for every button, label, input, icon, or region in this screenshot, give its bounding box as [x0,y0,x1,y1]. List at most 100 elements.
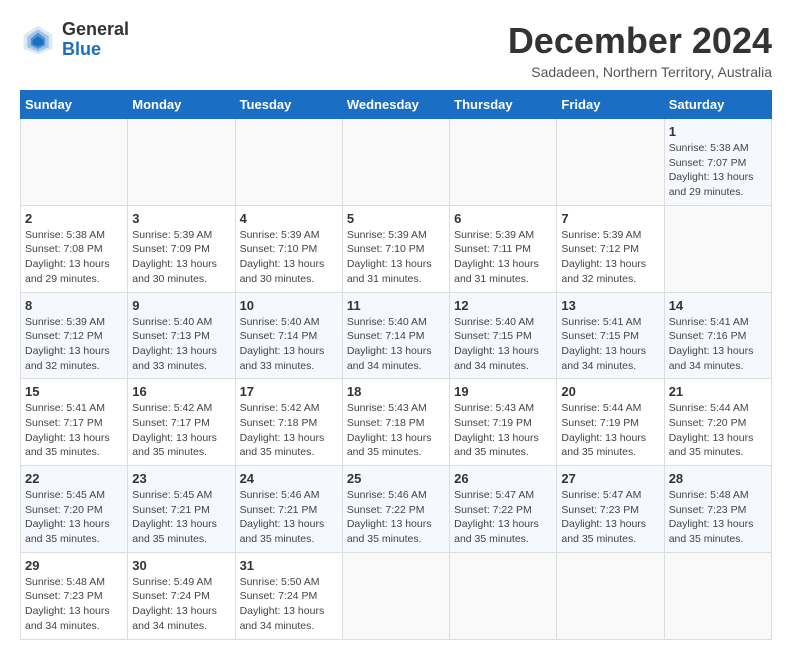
page-header: General Blue December 2024 Sadadeen, Nor… [20,20,772,80]
calendar-cell: 23Sunrise: 5:45 AMSunset: 7:21 PMDayligh… [128,466,235,553]
calendar-cell [342,552,449,639]
day-info: Sunrise: 5:39 AMSunset: 7:12 PMDaylight:… [25,315,123,374]
day-info: Sunrise: 5:40 AMSunset: 7:14 PMDaylight:… [240,315,338,374]
calendar-cell: 3Sunrise: 5:39 AMSunset: 7:09 PMDaylight… [128,205,235,292]
day-info: Sunrise: 5:47 AMSunset: 7:23 PMDaylight:… [561,488,659,547]
day-number: 2 [25,211,123,226]
day-info: Sunrise: 5:46 AMSunset: 7:22 PMDaylight:… [347,488,445,547]
day-info: Sunrise: 5:40 AMSunset: 7:15 PMDaylight:… [454,315,552,374]
day-info: Sunrise: 5:38 AMSunset: 7:08 PMDaylight:… [25,228,123,287]
day-info: Sunrise: 5:39 AMSunset: 7:09 PMDaylight:… [132,228,230,287]
calendar-cell: 27Sunrise: 5:47 AMSunset: 7:23 PMDayligh… [557,466,664,553]
day-info: Sunrise: 5:47 AMSunset: 7:22 PMDaylight:… [454,488,552,547]
day-info: Sunrise: 5:44 AMSunset: 7:20 PMDaylight:… [669,401,767,460]
day-of-week-thursday: Thursday [450,91,557,119]
calendar-cell: 20 Sunrise: 5:44 AMSunset: 7:19 PMDayligh… [557,379,664,466]
calendar-cell: 15Sunrise: 5:41 AMSunset: 7:17 PMDayligh… [21,379,128,466]
day-info: Sunrise: 5:43 AMSunset: 7:18 PMDaylight:… [347,401,445,460]
calendar-week-5: 22 Sunrise: 5:45 AMSunset: 7:20 PMDayligh… [21,466,772,553]
calendar-cell [664,552,771,639]
day-info: Sunrise: 5:44 AMSunset: 7:19 PMDaylight:… [561,401,659,460]
day-number: 5 [347,211,445,226]
day-number: 26 [454,471,552,486]
day-of-week-monday: Monday [128,91,235,119]
title-block: December 2024 Sadadeen, Northern Territo… [508,20,772,80]
calendar-cell [235,119,342,206]
calendar-cell: 21 Sunrise: 5:44 AMSunset: 7:20 PMDayligh… [664,379,771,466]
day-info: Sunrise: 5:41 AMSunset: 7:17 PMDaylight:… [25,401,123,460]
calendar-cell [450,552,557,639]
calendar-cell: 29Sunrise: 5:48 AMSunset: 7:23 PMDayligh… [21,552,128,639]
calendar-cell [557,119,664,206]
calendar-cell: 31Sunrise: 5:50 AMSunset: 7:24 PMDayligh… [235,552,342,639]
day-number: 12 [454,298,552,313]
calendar-cell: 13 Sunrise: 5:41 AMSunset: 7:15 PMDayligh… [557,292,664,379]
logo: General Blue [20,20,129,60]
day-number: 10 [240,298,338,313]
day-of-week-friday: Friday [557,91,664,119]
calendar-cell: 30 Sunrise: 5:49 AMSunset: 7:24 PMDayligh… [128,552,235,639]
day-info: Sunrise: 5:39 AMSunset: 7:10 PMDaylight:… [347,228,445,287]
day-number: 13 [561,298,659,313]
day-number: 1 [669,124,767,139]
day-of-week-tuesday: Tuesday [235,91,342,119]
day-info: Sunrise: 5:45 AMSunset: 7:21 PMDaylight:… [132,488,230,547]
logo-icon [20,22,56,58]
day-number: 20 [561,384,659,399]
calendar-cell: 6Sunrise: 5:39 AMSunset: 7:11 PMDaylight… [450,205,557,292]
day-number: 29 [25,558,123,573]
day-info: Sunrise: 5:49 AMSunset: 7:24 PMDaylight:… [132,575,230,634]
day-info: Sunrise: 5:39 AMSunset: 7:10 PMDaylight:… [240,228,338,287]
day-info: Sunrise: 5:42 AMSunset: 7:18 PMDaylight:… [240,401,338,460]
day-number: 31 [240,558,338,573]
day-number: 24 [240,471,338,486]
day-info: Sunrise: 5:39 AMSunset: 7:11 PMDaylight:… [454,228,552,287]
calendar-week-2: 2 Sunrise: 5:38 AMSunset: 7:08 PMDaylight… [21,205,772,292]
day-number: 9 [132,298,230,313]
calendar-cell: 25Sunrise: 5:46 AMSunset: 7:22 PMDayligh… [342,466,449,553]
calendar-week-1: 1Sunrise: 5:38 AMSunset: 7:07 PMDaylight… [21,119,772,206]
calendar-cell: 19Sunrise: 5:43 AMSunset: 7:19 PMDayligh… [450,379,557,466]
calendar-cell: 2 Sunrise: 5:38 AMSunset: 7:08 PMDaylight… [21,205,128,292]
day-number: 30 [132,558,230,573]
calendar-cell: 1Sunrise: 5:38 AMSunset: 7:07 PMDaylight… [664,119,771,206]
calendar-cell: 17 Sunrise: 5:42 AMSunset: 7:18 PMDayligh… [235,379,342,466]
day-info: Sunrise: 5:42 AMSunset: 7:17 PMDaylight:… [132,401,230,460]
day-number: 7 [561,211,659,226]
logo-general: General [62,20,129,40]
calendar-week-3: 8 Sunrise: 5:39 AMSunset: 7:12 PMDaylight… [21,292,772,379]
day-number: 22 [25,471,123,486]
logo-blue: Blue [62,40,129,60]
calendar-cell [557,552,664,639]
day-number: 11 [347,298,445,313]
day-number: 17 [240,384,338,399]
day-info: Sunrise: 5:41 AMSunset: 7:15 PMDaylight:… [561,315,659,374]
day-number: 18 [347,384,445,399]
calendar-cell: 18 Sunrise: 5:43 AMSunset: 7:18 PMDayligh… [342,379,449,466]
calendar-body: 1Sunrise: 5:38 AMSunset: 7:07 PMDaylight… [21,119,772,640]
day-number: 21 [669,384,767,399]
day-number: 28 [669,471,767,486]
logo-text: General Blue [62,20,129,60]
day-of-week-sunday: Sunday [21,91,128,119]
calendar-cell: 24Sunrise: 5:46 AMSunset: 7:21 PMDayligh… [235,466,342,553]
calendar-week-4: 15Sunrise: 5:41 AMSunset: 7:17 PMDayligh… [21,379,772,466]
day-info: Sunrise: 5:45 AMSunset: 7:20 PMDaylight:… [25,488,123,547]
day-info: Sunrise: 5:43 AMSunset: 7:19 PMDaylight:… [454,401,552,460]
calendar-cell [21,119,128,206]
calendar-header: SundayMondayTuesdayWednesdayThursdayFrid… [21,91,772,119]
day-of-week-wednesday: Wednesday [342,91,449,119]
day-info: Sunrise: 5:39 AMSunset: 7:12 PMDaylight:… [561,228,659,287]
subtitle: Sadadeen, Northern Territory, Australia [508,64,772,80]
calendar-cell: 9Sunrise: 5:40 AMSunset: 7:13 PMDaylight… [128,292,235,379]
calendar-cell: 10 Sunrise: 5:40 AMSunset: 7:14 PMDayligh… [235,292,342,379]
calendar-cell: 4Sunrise: 5:39 AMSunset: 7:10 PMDaylight… [235,205,342,292]
calendar-cell [664,205,771,292]
calendar-cell: 28Sunrise: 5:48 AMSunset: 7:23 PMDayligh… [664,466,771,553]
calendar-cell: 11 Sunrise: 5:40 AMSunset: 7:14 PMDayligh… [342,292,449,379]
main-title: December 2024 [508,20,772,62]
day-number: 8 [25,298,123,313]
calendar-cell: 8 Sunrise: 5:39 AMSunset: 7:12 PMDaylight… [21,292,128,379]
day-info: Sunrise: 5:40 AMSunset: 7:14 PMDaylight:… [347,315,445,374]
calendar-week-6: 29Sunrise: 5:48 AMSunset: 7:23 PMDayligh… [21,552,772,639]
